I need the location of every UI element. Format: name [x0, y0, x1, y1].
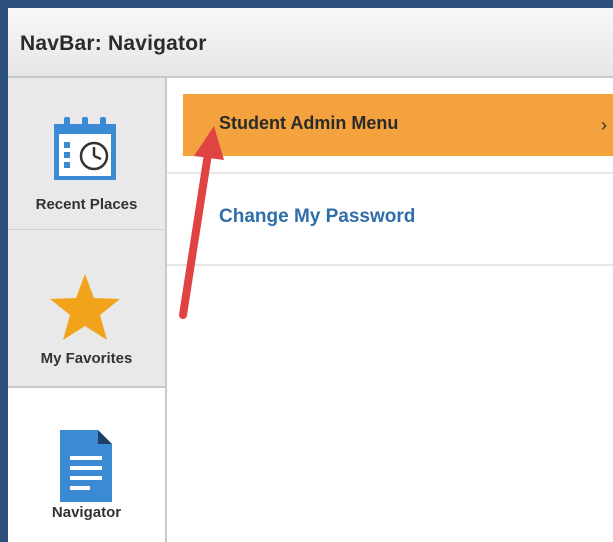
- navbar-panel: NavBar: Navigator Recent Places My Favor…: [8, 8, 613, 542]
- annotation-arrow: [179, 126, 224, 319]
